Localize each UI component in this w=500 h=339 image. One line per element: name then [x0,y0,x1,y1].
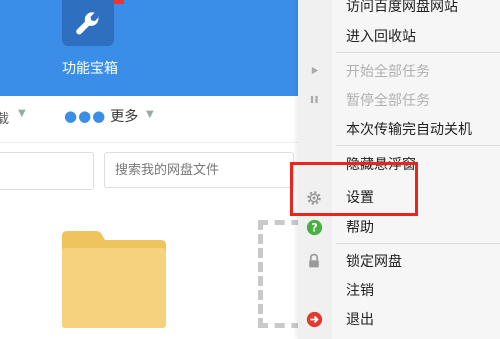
play-icon [305,61,323,79]
menu-item-pause-all[interactable]: 暂停全部任务 [346,90,430,110]
chevron-down-icon[interactable]: ▼ [18,108,26,119]
menu-separator [336,52,500,53]
app-header: 功能宝箱 [0,0,300,96]
menu-item-recycle-bin[interactable]: 进入回收站 [346,26,416,46]
more-chevron-down-icon[interactable]: ▼ [146,109,154,120]
menu-separator [336,145,500,146]
menu-item-visit-site[interactable]: 访问百度网盘网站 [346,0,458,16]
gear-icon [305,189,323,207]
menu-item-exit[interactable]: 退出 [346,309,374,329]
lock-icon [305,252,323,270]
menu-item-settings[interactable]: 设置 [346,187,374,207]
path-box[interactable] [0,152,94,190]
menu-item-logout[interactable]: 注销 [346,280,374,300]
menu-item-help[interactable]: 帮助 [346,217,374,237]
toolbox-button[interactable] [62,0,114,46]
wrench-icon [76,12,99,35]
pause-icon [305,90,323,108]
menu-icon-gutter [298,0,332,339]
menu-separator [336,243,500,244]
help-icon: ? [305,218,323,236]
toolbar-left-label[interactable]: 载 [0,108,9,127]
folder-icon[interactable] [60,228,168,328]
more-button[interactable]: ●●● 更多 [64,106,138,126]
more-dots-icon: ●●● [64,107,107,125]
notification-mark [114,0,124,4]
menu-item-lock[interactable]: 锁定网盘 [346,251,402,271]
menu-item-start-all[interactable]: 开始全部任务 [346,61,430,81]
menu-item-hide-float[interactable]: 隐藏悬浮窗 [346,154,416,174]
exit-icon [305,310,323,328]
more-label: 更多 [110,109,139,125]
toolbar: 载 ▼ ●●● 更多 ▼ [0,96,300,143]
toolbox-label: 功能宝箱 [62,61,118,77]
svg-text:?: ? [311,221,317,234]
menu-item-auto-shutdown[interactable]: 本次传输完自动关机 [346,119,472,139]
search-input[interactable] [104,152,294,188]
